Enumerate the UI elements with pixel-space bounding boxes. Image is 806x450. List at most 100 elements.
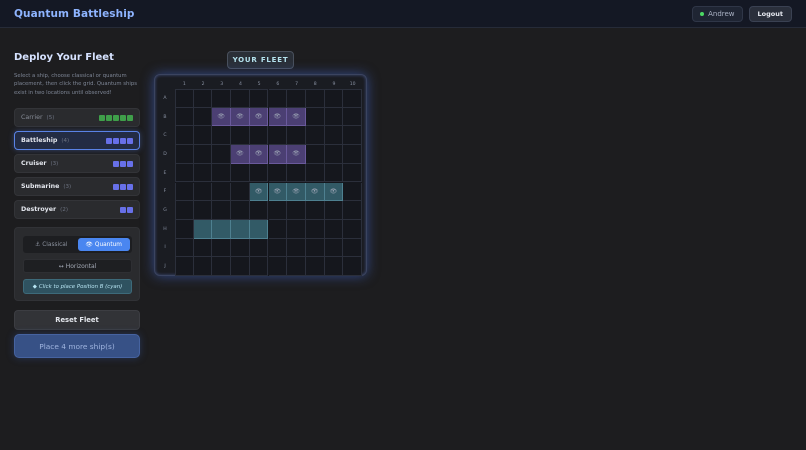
grid-cell-C10[interactable] xyxy=(343,126,362,146)
grid-cell-J1[interactable] xyxy=(175,257,194,276)
grid-cell-D7[interactable]: 👁 xyxy=(287,145,306,164)
grid-cell-A2[interactable] xyxy=(193,89,213,108)
ship-item-destroyer[interactable]: Destroyer (2) xyxy=(14,200,140,219)
grid-cell-I10[interactable] xyxy=(343,238,362,258)
grid-cell-E7[interactable] xyxy=(287,163,306,183)
grid-cell-C4[interactable] xyxy=(231,126,250,146)
grid-cell-I1[interactable] xyxy=(175,238,194,258)
ship-item-submarine[interactable]: Submarine (3) xyxy=(14,177,140,196)
grid-cell-F7[interactable]: 👁 xyxy=(287,182,306,202)
grid-cell-E10[interactable] xyxy=(343,163,362,183)
grid-cell-B2[interactable] xyxy=(193,107,213,127)
grid-cell-E6[interactable] xyxy=(268,163,288,183)
grid-cell-H4[interactable] xyxy=(231,219,250,239)
grid-cell-I6[interactable] xyxy=(268,238,288,258)
grid-cell-B6[interactable]: 👁 xyxy=(268,107,288,127)
grid-cell-A3[interactable] xyxy=(212,89,232,108)
grid-cell-C6[interactable] xyxy=(268,126,288,146)
grid-cell-I8[interactable] xyxy=(305,238,325,258)
grid-cell-C8[interactable] xyxy=(305,126,325,146)
grid-cell-C5[interactable] xyxy=(249,126,269,146)
grid-cell-F9[interactable]: 👁 xyxy=(324,182,344,202)
grid-cell-A7[interactable] xyxy=(287,89,306,108)
grid-cell-E8[interactable] xyxy=(305,163,325,183)
grid-cell-G5[interactable] xyxy=(249,201,269,220)
quantum-mode-button[interactable]: 👁 Quantum xyxy=(77,238,130,251)
grid-cell-D4[interactable]: 👁 xyxy=(231,145,250,164)
place-ships-button[interactable]: Place 4 more ship(s) xyxy=(14,334,140,358)
grid-cell-E1[interactable] xyxy=(175,163,194,183)
grid-cell-E5[interactable] xyxy=(249,163,269,183)
ship-item-battleship[interactable]: Battleship (4) xyxy=(14,131,140,150)
grid-cell-F10[interactable] xyxy=(343,182,362,202)
grid-cell-F2[interactable] xyxy=(193,182,213,202)
grid-cell-J10[interactable] xyxy=(343,257,362,276)
grid-cell-F3[interactable] xyxy=(212,182,232,202)
grid-cell-A10[interactable] xyxy=(343,89,362,108)
grid-cell-H6[interactable] xyxy=(268,219,288,239)
grid-cell-J3[interactable] xyxy=(212,257,232,276)
grid-cell-J4[interactable] xyxy=(231,257,250,276)
grid-cell-H8[interactable] xyxy=(305,219,325,239)
grid-cell-D10[interactable] xyxy=(343,145,362,164)
grid-cell-D6[interactable]: 👁 xyxy=(268,145,288,164)
grid-cell-A4[interactable] xyxy=(231,89,250,108)
grid-cell-G8[interactable] xyxy=(305,201,325,220)
grid-cell-C1[interactable] xyxy=(175,126,194,146)
ship-item-cruiser[interactable]: Cruiser (3) xyxy=(14,154,140,173)
grid-cell-A9[interactable] xyxy=(324,89,344,108)
grid-cell-A6[interactable] xyxy=(268,89,288,108)
grid-cell-J9[interactable] xyxy=(324,257,344,276)
grid-cell-F1[interactable] xyxy=(175,182,194,202)
grid-cell-E3[interactable] xyxy=(212,163,232,183)
grid-cell-F5[interactable]: 👁 xyxy=(249,182,269,202)
grid-cell-D5[interactable]: 👁 xyxy=(249,145,269,164)
grid-cell-I7[interactable] xyxy=(287,238,306,258)
grid-cell-I5[interactable] xyxy=(249,238,269,258)
grid-cell-H5[interactable] xyxy=(249,219,269,239)
grid-cell-C7[interactable] xyxy=(287,126,306,146)
grid-cell-D1[interactable] xyxy=(175,145,194,164)
grid-cell-B3[interactable]: 👁 xyxy=(212,107,232,127)
grid-cell-B5[interactable]: 👁 xyxy=(249,107,269,127)
grid-cell-H9[interactable] xyxy=(324,219,344,239)
grid-cell-F8[interactable]: 👁 xyxy=(305,182,325,202)
grid-cell-C9[interactable] xyxy=(324,126,344,146)
grid-cell-H3[interactable] xyxy=(212,219,232,239)
grid-cell-G3[interactable] xyxy=(212,201,232,220)
grid-cell-D8[interactable] xyxy=(305,145,325,164)
reset-fleet-button[interactable]: Reset Fleet xyxy=(14,310,140,330)
grid-cell-I2[interactable] xyxy=(193,238,213,258)
grid-cell-G6[interactable] xyxy=(268,201,288,220)
grid-cell-J7[interactable] xyxy=(287,257,306,276)
grid-cell-G4[interactable] xyxy=(231,201,250,220)
grid-cell-H2[interactable] xyxy=(193,219,213,239)
grid-cell-H10[interactable] xyxy=(343,219,362,239)
grid-cell-H7[interactable] xyxy=(287,219,306,239)
grid-cell-I3[interactable] xyxy=(212,238,232,258)
grid-cell-D3[interactable] xyxy=(212,145,232,164)
grid-cell-B1[interactable] xyxy=(175,107,194,127)
grid-cell-G2[interactable] xyxy=(193,201,213,220)
grid-cell-G10[interactable] xyxy=(343,201,362,220)
grid-cell-J5[interactable] xyxy=(249,257,269,276)
orientation-toggle-button[interactable]: ↔ Horizontal xyxy=(23,259,132,273)
ship-item-carrier[interactable]: Carrier (5) xyxy=(14,108,140,127)
grid-cell-I4[interactable] xyxy=(231,238,250,258)
grid-cell-B10[interactable] xyxy=(343,107,362,127)
grid-cell-C3[interactable] xyxy=(212,126,232,146)
grid-cell-C2[interactable] xyxy=(193,126,213,146)
grid-cell-J6[interactable] xyxy=(268,257,288,276)
grid-cell-D2[interactable] xyxy=(193,145,213,164)
grid-cell-D9[interactable] xyxy=(324,145,344,164)
grid-cell-B4[interactable]: 👁 xyxy=(231,107,250,127)
grid-cell-J8[interactable] xyxy=(305,257,325,276)
logout-button[interactable]: Logout xyxy=(748,5,792,22)
grid-cell-H1[interactable] xyxy=(175,219,194,239)
grid-cell-A8[interactable] xyxy=(305,89,325,108)
grid-cell-B7[interactable]: 👁 xyxy=(287,107,306,127)
grid-cell-G9[interactable] xyxy=(324,201,344,220)
grid-cell-E4[interactable] xyxy=(231,163,250,183)
grid-cell-I9[interactable] xyxy=(324,238,344,258)
grid-cell-E9[interactable] xyxy=(324,163,344,183)
